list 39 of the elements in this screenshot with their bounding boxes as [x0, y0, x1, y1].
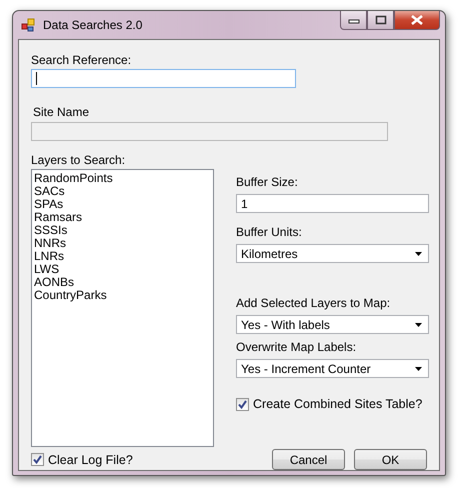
list-item[interactable]: LNRs — [34, 250, 64, 263]
checkbox[interactable] — [31, 453, 44, 466]
dropdown-arrow-icon — [415, 252, 422, 256]
dropdown[interactable]: Kilometres — [236, 244, 429, 263]
close-button[interactable] — [394, 11, 440, 30]
dropdown-arrow-icon — [415, 366, 422, 370]
maximize-button[interactable] — [367, 11, 394, 30]
dialog-button[interactable]: Cancel — [272, 449, 345, 470]
list-item[interactable]: LWS — [34, 263, 60, 276]
list-item[interactable]: AONBs — [34, 276, 74, 289]
maximize-icon — [374, 15, 386, 25]
field-label: Add Selected Layers to Map: — [236, 296, 390, 310]
list-item[interactable]: RandomPoints — [34, 172, 113, 185]
window-title: Data Searches 2.0 — [43, 18, 142, 32]
dropdown[interactable]: Yes - With labels — [236, 315, 429, 334]
checkbox[interactable] — [236, 398, 249, 410]
list-item[interactable]: NNRs — [34, 237, 66, 250]
dropdown[interactable]: Yes - Increment Counter — [236, 359, 429, 378]
field-label: Buffer Units: — [236, 225, 302, 239]
checkbox-label: Create Combined Sites Table? — [253, 397, 422, 411]
minimize-button[interactable] — [340, 11, 367, 30]
app-icon — [21, 17, 37, 33]
field-label: Search Reference: — [31, 53, 132, 67]
list-item[interactable]: SACs — [34, 185, 65, 198]
field-label: Overwrite Map Labels: — [236, 340, 356, 354]
search-reference-field[interactable] — [31, 69, 296, 88]
dialog-button[interactable]: OK — [354, 449, 427, 470]
close-icon — [410, 15, 424, 25]
list-item[interactable]: CountryParks — [34, 289, 107, 302]
list-item[interactable]: SSSIs — [34, 224, 68, 237]
field-label: Layers to Search: — [31, 153, 126, 167]
field-label: Buffer Size: — [236, 175, 298, 189]
layers-list[interactable]: RandomPoints SACs SPAs Ramsars SSSIs NNRs LNRs LWS AONBs CountryParks — [31, 169, 214, 447]
field-label: Site Name — [33, 105, 90, 119]
dropdown-arrow-icon — [415, 322, 422, 326]
list-item[interactable]: SPAs — [34, 198, 64, 211]
list-item[interactable]: Ramsars — [34, 211, 82, 224]
buffer-size-field[interactable]: 1 — [236, 194, 429, 213]
checkbox-label: Clear Log File? — [48, 452, 133, 466]
